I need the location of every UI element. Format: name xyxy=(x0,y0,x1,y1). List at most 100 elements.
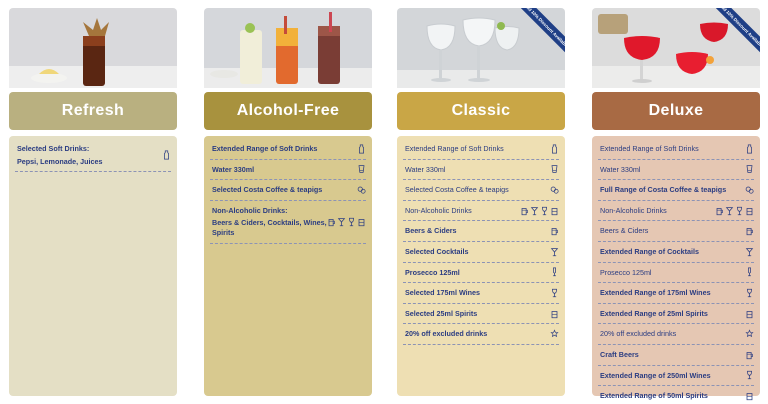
beer-icon xyxy=(745,226,754,236)
feature-icons xyxy=(745,185,754,195)
feature-row: Extended Range of Soft Drinks xyxy=(403,139,559,160)
feature-row: Water 330ml xyxy=(598,160,754,181)
feature-icons xyxy=(745,226,754,236)
feature-label: Selected Costa Coffee & teapigs xyxy=(405,185,509,195)
wine-icon xyxy=(745,288,754,298)
feature-icons xyxy=(162,150,171,160)
feature-icons xyxy=(745,267,754,277)
feature-label: Water 330ml xyxy=(600,164,641,174)
feature-icons xyxy=(745,247,754,257)
package-card-classic: Add 10% Discount Available Classic Exten… xyxy=(397,8,565,396)
spirit-icon xyxy=(357,217,366,227)
wine-icon xyxy=(745,370,754,380)
feature-label: Extended Range of Soft Drinks xyxy=(600,144,699,153)
feature-row: Beers & Ciders xyxy=(403,221,559,242)
feature-icons xyxy=(550,185,559,195)
wine-icon xyxy=(347,217,356,227)
feature-row: Selected Costa Coffee & teapigs xyxy=(403,180,559,201)
feature-row: Extended Range of 25ml Spirits xyxy=(598,304,754,325)
feature-icons xyxy=(550,267,559,277)
feature-icons xyxy=(357,185,366,195)
drink-photo: Add 10% Discount Available xyxy=(592,8,760,88)
feature-row: Non-Alcoholic Drinks: Beers & Ciders, Coc… xyxy=(210,201,366,244)
feature-row: Extended Range of Soft Drinks xyxy=(598,139,754,160)
package-title: Refresh xyxy=(9,92,177,130)
feature-icons xyxy=(550,309,559,319)
beer-icon xyxy=(550,226,559,236)
coffee-icon xyxy=(745,185,754,195)
package-title: Alcohol-Free xyxy=(204,92,372,130)
prosecco-icon xyxy=(745,267,754,277)
feature-label: Extended Range of Soft Drinks xyxy=(405,144,504,153)
feature-icons xyxy=(745,350,754,360)
feature-label: Extended Range of 250ml Wines xyxy=(600,370,711,380)
feature-row: Selected Soft Drinks: Pepsi, Lemonade, Ju… xyxy=(15,139,171,173)
feature-icons xyxy=(327,217,366,227)
feature-icons xyxy=(745,144,754,154)
feature-icons xyxy=(550,288,559,298)
feature-label: Prosecco 125ml xyxy=(405,267,460,277)
package-card-deluxe: Add 10% Discount Available Deluxe Extend… xyxy=(592,8,760,400)
feature-row: Selected Costa Coffee & teapigs xyxy=(210,180,366,201)
feature-row: Prosecco 125ml xyxy=(403,263,559,284)
cocktail-icon xyxy=(337,217,346,227)
drink-photo: Add 10% Discount Available xyxy=(397,8,565,88)
beer-icon xyxy=(520,206,529,216)
package-title: Classic xyxy=(397,92,565,130)
bottle-icon xyxy=(162,150,171,160)
feature-icons xyxy=(715,206,754,216)
feature-label: Selected Soft Drinks: xyxy=(17,144,90,153)
bottle-icon xyxy=(550,144,559,154)
package-features: Selected Soft Drinks: Pepsi, Lemonade, Ju… xyxy=(9,136,177,396)
feature-row: Craft Beers xyxy=(598,345,754,366)
feature-row: Extended Range of 250ml Wines xyxy=(598,366,754,387)
feature-row: Extended Range of 50ml Spirits xyxy=(598,386,754,404)
feature-icons xyxy=(745,288,754,298)
feature-row: Selected Cocktails xyxy=(403,242,559,263)
feature-icons xyxy=(550,226,559,236)
coffee-icon xyxy=(550,185,559,195)
prosecco-icon xyxy=(550,267,559,277)
feature-icons xyxy=(745,370,754,380)
package-features: Extended Range of Soft Drinks Water 330ml… xyxy=(592,136,760,400)
feature-row: Extended Range of Cocktails xyxy=(598,242,754,263)
feature-label: Beers & Ciders xyxy=(600,226,649,236)
coffee-icon xyxy=(357,185,366,195)
feature-icons xyxy=(745,391,754,401)
feature-row: Selected 25ml Spirits xyxy=(403,304,559,325)
feature-row: Selected 175ml Wines xyxy=(403,283,559,304)
feature-label: 20% off excluded drinks xyxy=(600,329,677,339)
spirit-icon xyxy=(550,206,559,216)
feature-icons xyxy=(745,164,754,174)
feature-label: Selected Costa Coffee & teapigs xyxy=(212,185,323,195)
feature-label: Extended Range of 175ml Wines xyxy=(600,288,711,298)
feature-label: Extended Range of 25ml Spirits xyxy=(600,308,708,318)
feature-icons xyxy=(745,309,754,319)
package-features: Extended Range of Soft Drinks Water 330ml… xyxy=(204,136,372,396)
feature-icons xyxy=(357,144,366,154)
package-card-alcohol-free: Alcohol-Free Extended Range of Soft Drin… xyxy=(204,8,372,396)
feature-label: Selected 25ml Spirits xyxy=(405,308,478,318)
feature-sublabel: Beers & Ciders, Cocktails, Wines, Spirit… xyxy=(212,218,327,237)
feature-label: Water 330ml xyxy=(212,164,255,174)
glass-icon xyxy=(357,164,366,174)
spirit-icon xyxy=(550,309,559,319)
discount-ribbon: Add 10% Discount Available xyxy=(509,8,565,64)
feature-row: 20% off excluded drinks xyxy=(403,324,559,345)
feature-label: Full Range of Costa Coffee & teapigs xyxy=(600,185,727,195)
feature-icons xyxy=(550,144,559,154)
cocktail-icon xyxy=(530,206,539,216)
feature-label: Craft Beers xyxy=(600,349,639,359)
feature-label: Extended Range of Cocktails xyxy=(600,246,700,256)
feature-icons xyxy=(520,206,559,216)
feature-row: 20% off excluded drinks xyxy=(598,324,754,345)
bottle-icon xyxy=(745,144,754,154)
feature-row: Non-Alcoholic Drinks xyxy=(598,201,754,222)
wine-icon xyxy=(540,206,549,216)
beer-icon xyxy=(745,350,754,360)
discount-ribbon: Add 10% Discount Available xyxy=(704,8,760,64)
star-icon xyxy=(745,329,754,339)
cocktail-icon xyxy=(550,247,559,257)
feature-label: Selected 175ml Wines xyxy=(405,288,481,298)
drink-photo xyxy=(9,8,177,88)
